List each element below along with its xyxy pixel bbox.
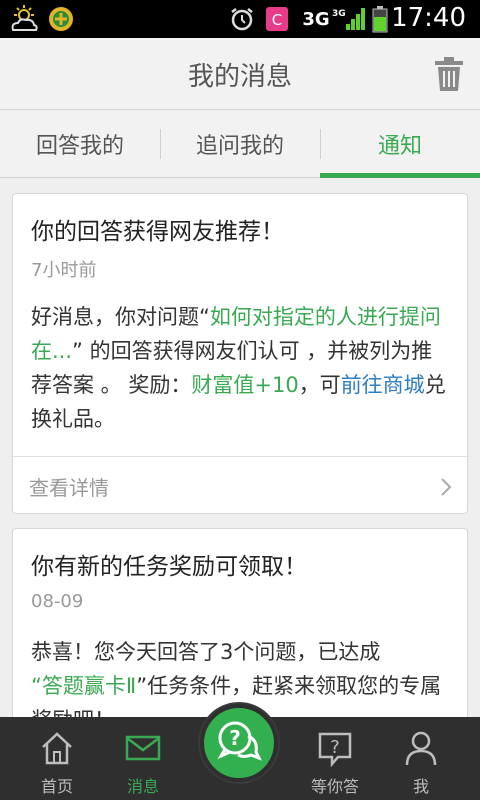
nav-me[interactable]: 我 bbox=[378, 717, 464, 800]
nav-label: 等你答 bbox=[310, 777, 359, 796]
tab-notifications[interactable]: 通知 bbox=[320, 111, 480, 178]
weather-icon bbox=[6, 4, 42, 34]
message-list[interactable]: 你的回答获得网友推荐！ 7小时前 好消息，你对问题“如何对指定的人进行提问 在.… bbox=[0, 179, 480, 717]
nav-label: 我 bbox=[412, 777, 429, 796]
nav-label: 首页 bbox=[40, 777, 73, 796]
message-time: 7小时前 bbox=[31, 260, 97, 281]
message-card: 你有新的任务奖励可领取！ 08-09 恭喜！您今天回答了3个问题，已达成 “答题赢… bbox=[12, 528, 468, 717]
tab-follow-ups-to-me[interactable]: 追问我的 bbox=[160, 111, 320, 177]
person-icon bbox=[402, 729, 440, 767]
message-title: 你有新的任务奖励可领取！ bbox=[31, 554, 307, 580]
mail-icon bbox=[124, 729, 162, 767]
message-tabs: 回答我的 追问我的 通知 bbox=[0, 111, 480, 178]
svg-text:3G: 3G bbox=[332, 9, 346, 19]
status-bar: C 3G 3G 17:40 bbox=[0, 0, 480, 38]
network-type-1: 3G bbox=[302, 8, 330, 30]
app-notification-icon bbox=[46, 4, 76, 34]
message-title: 你的回答获得网友推荐！ bbox=[31, 219, 284, 245]
message-card: 你的回答获得网友推荐！ 7小时前 好消息，你对问题“如何对指定的人进行提问 在.… bbox=[12, 193, 468, 514]
shop-link[interactable]: 前往商城 bbox=[341, 373, 425, 397]
nav-messages[interactable]: 消息 bbox=[100, 717, 186, 800]
svg-text:?: ? bbox=[330, 737, 340, 758]
task-name: 答题赢卡Ⅱ bbox=[41, 674, 137, 698]
nav-home[interactable]: 首页 bbox=[14, 717, 100, 800]
message-body: 好消息，你对问题“如何对指定的人进行提问 在...” 的回答获得网友们认可 ，并… bbox=[31, 305, 446, 431]
nav-label: 消息 bbox=[126, 777, 159, 796]
view-details-button[interactable]: 查看详情 bbox=[29, 472, 109, 501]
chat-bubbles-icon: ? bbox=[217, 721, 263, 761]
title-bar: 我的消息 bbox=[0, 38, 480, 110]
svg-text:?: ? bbox=[229, 726, 241, 750]
trash-icon[interactable] bbox=[434, 56, 464, 92]
battery-icon bbox=[370, 4, 390, 34]
nav-waiting-answers[interactable]: ? 等你答 bbox=[292, 717, 378, 800]
svg-text:C: C bbox=[272, 11, 282, 29]
home-icon bbox=[38, 729, 76, 767]
message-time: 08-09 bbox=[31, 591, 84, 612]
clock: 17:40 bbox=[391, 3, 466, 33]
chevron-right-icon[interactable] bbox=[439, 476, 453, 498]
reward-text: 财富值+10 bbox=[191, 373, 299, 397]
alarm-icon bbox=[228, 4, 256, 34]
page-title: 我的消息 bbox=[187, 62, 292, 92]
app-c-icon: C bbox=[264, 4, 290, 34]
tab-replies-to-me[interactable]: 回答我的 bbox=[0, 111, 160, 177]
signal-icon: 3G bbox=[330, 4, 370, 34]
ask-question-button[interactable]: ? bbox=[200, 704, 278, 782]
divider bbox=[13, 456, 467, 457]
question-doc-icon: ? bbox=[316, 729, 354, 768]
